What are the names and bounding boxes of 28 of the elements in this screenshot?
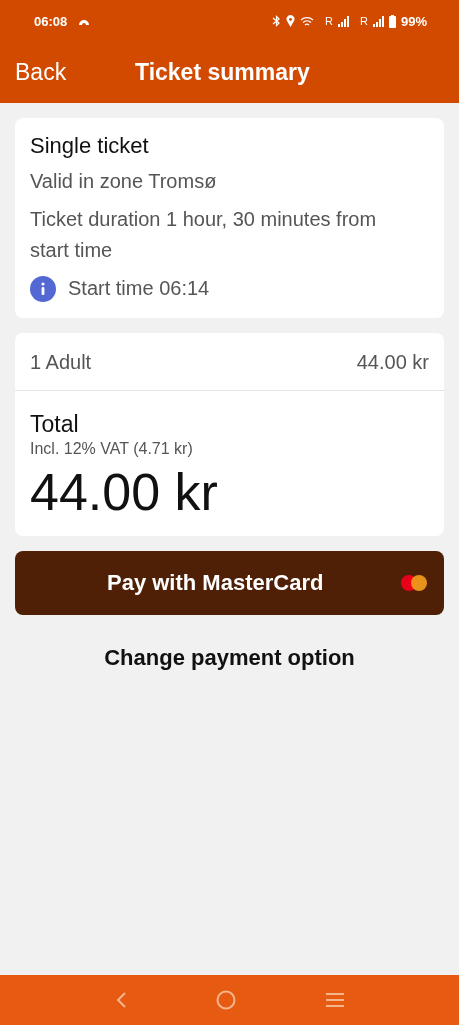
- total-label: Total: [30, 411, 80, 438]
- passenger-label: 1 Adult: [30, 351, 92, 374]
- ticket-name: Single ticket: [30, 133, 150, 159]
- back-nav-icon[interactable]: [114, 991, 127, 1009]
- status-time: 06:08: [34, 13, 68, 29]
- total-amount: 44.00 kr: [30, 462, 219, 522]
- vat-text: Incl. 12% VAT (4.71 kr): [30, 440, 194, 458]
- bluetooth-icon: [272, 15, 282, 27]
- signal-icon: [338, 15, 349, 27]
- menu-icon[interactable]: [324, 992, 345, 1008]
- roaming-label: R: [325, 15, 333, 27]
- battery-percent: 99%: [400, 13, 427, 29]
- wifi-icon: [300, 15, 315, 27]
- info-icon: [30, 275, 56, 302]
- mastercard-icon: [400, 574, 428, 592]
- pay-button[interactable]: Pay with MasterCard: [15, 551, 444, 615]
- start-time: Start time 06:14: [68, 276, 210, 301]
- roaming-label: R: [360, 15, 368, 27]
- home-nav-icon[interactable]: [215, 990, 236, 1010]
- ticket-duration: Ticket duration 1 hour, 30 minutes from start time: [30, 207, 378, 263]
- passenger-price: 44.00 kr: [356, 351, 429, 374]
- change-payment-link[interactable]: Change payment option: [104, 645, 355, 671]
- battery-icon: [388, 14, 396, 28]
- back-button[interactable]: Back: [15, 59, 135, 86]
- ticket-zone: Valid in zone Tromsø: [30, 169, 218, 194]
- location-icon: [286, 15, 296, 27]
- page-title: Ticket summary: [135, 59, 310, 86]
- signal-icon: [372, 15, 384, 27]
